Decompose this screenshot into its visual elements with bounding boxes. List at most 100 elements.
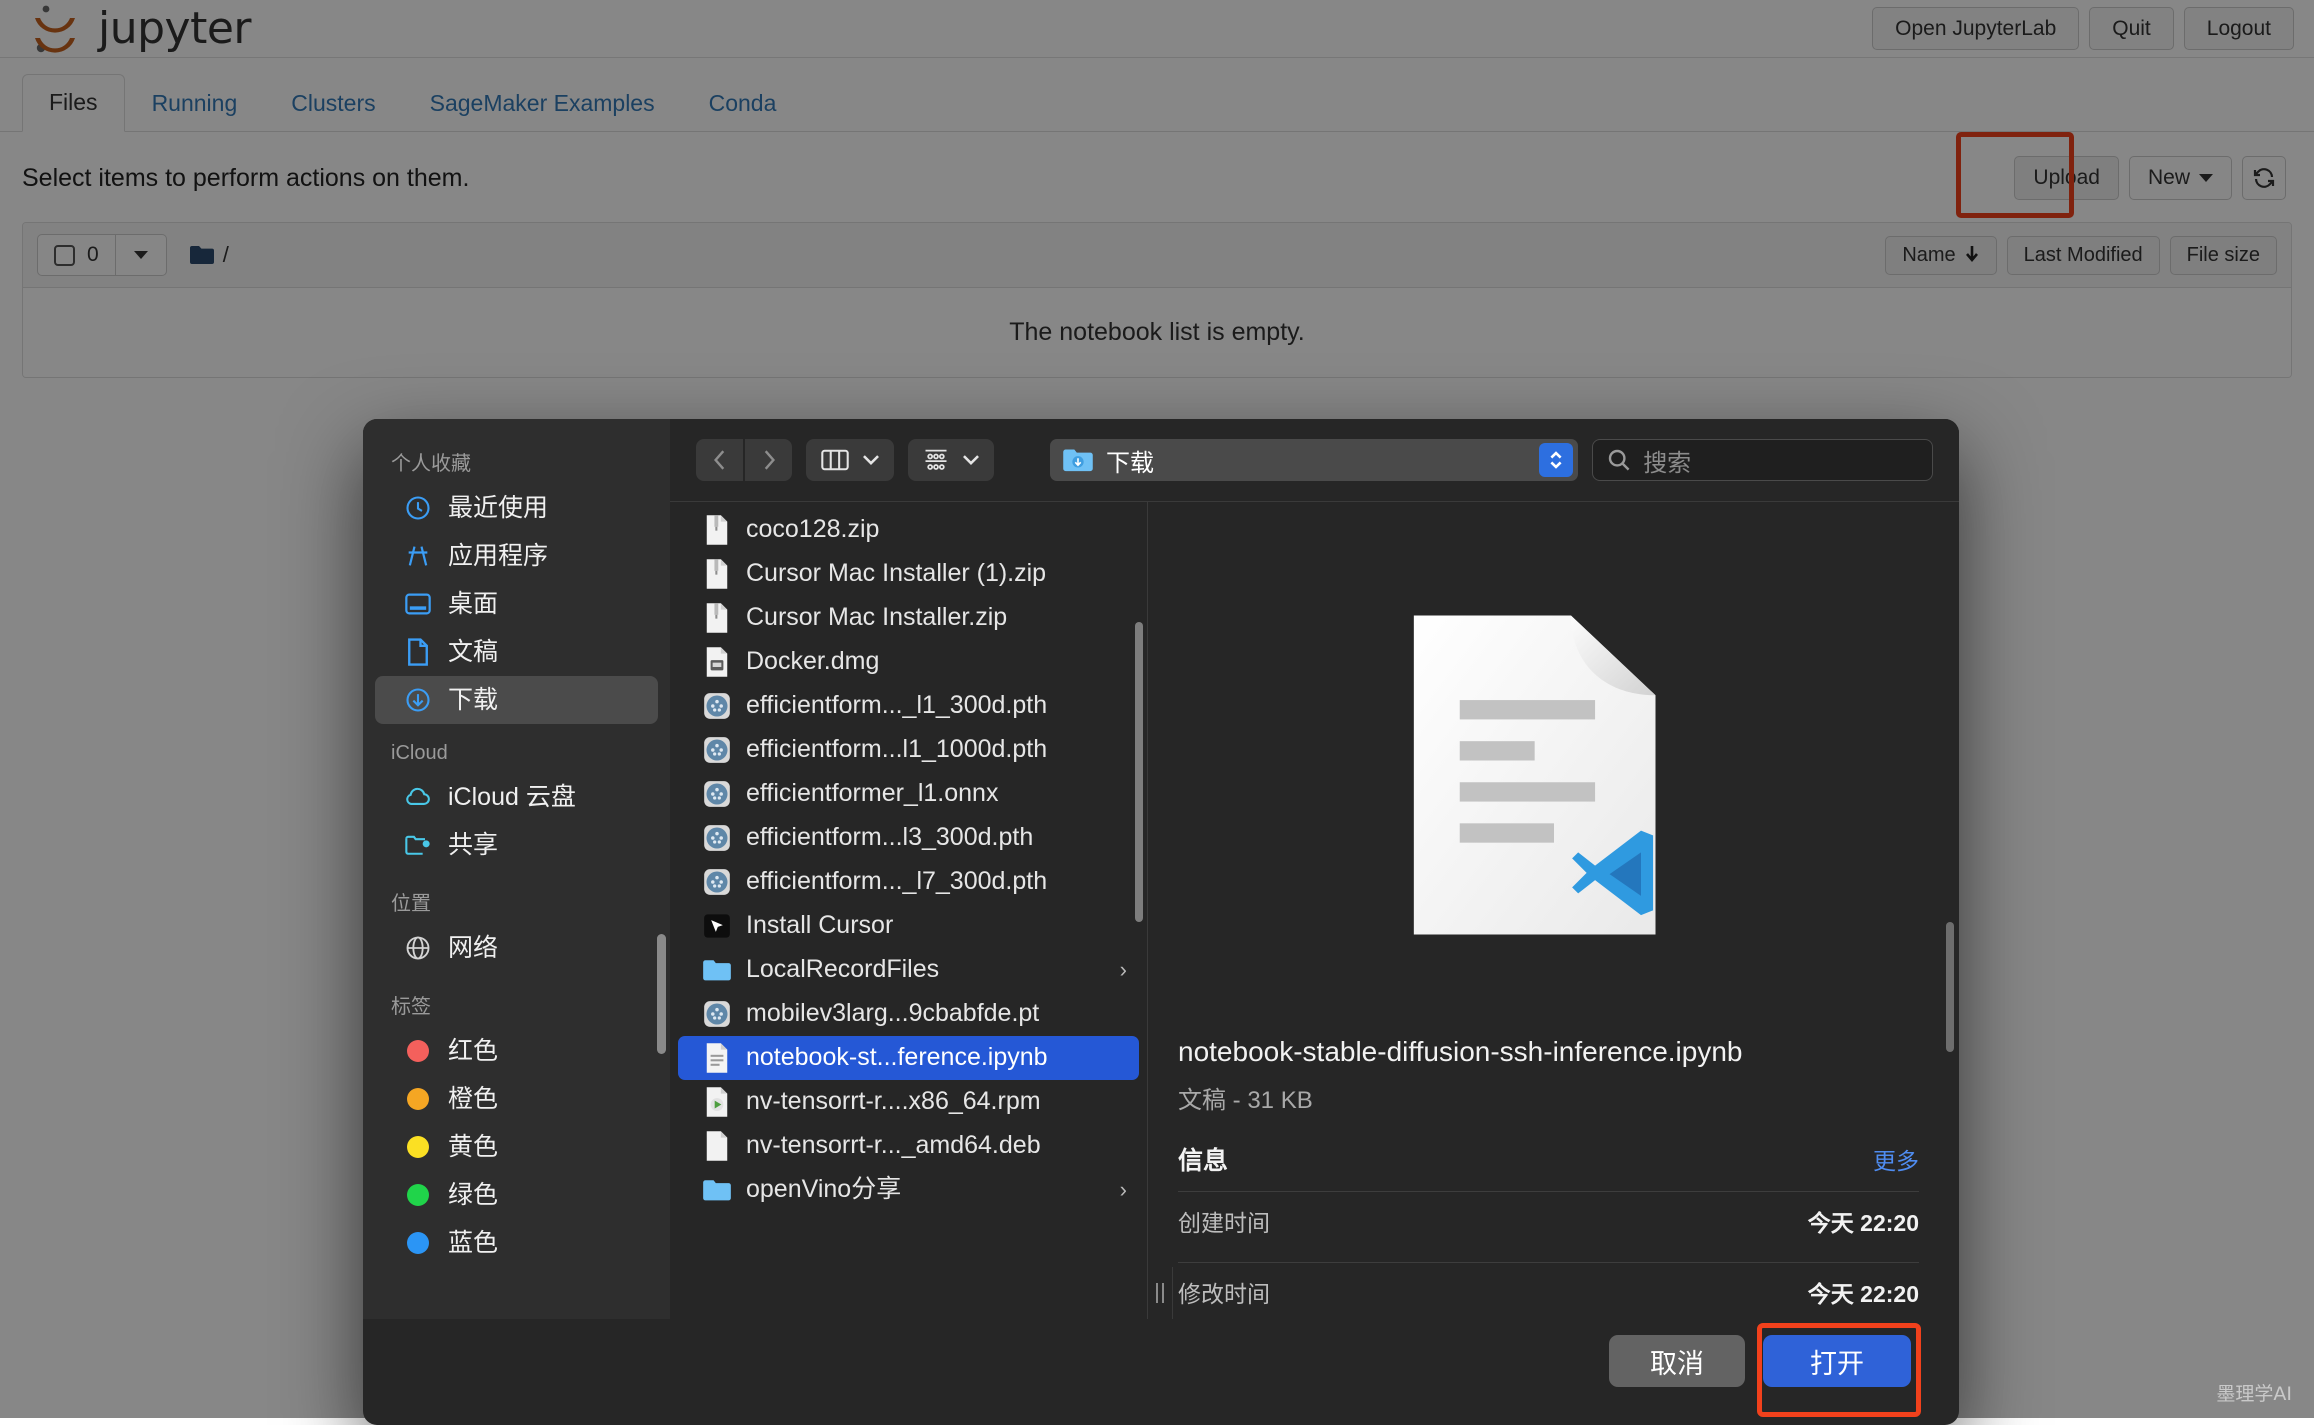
list-item[interactable]: coco128.zip <box>678 508 1139 552</box>
sidebar-item-recent[interactable]: 最近使用 <box>375 484 658 532</box>
navigation-buttons <box>696 439 792 481</box>
file-name: notebook-st...ference.ipynb <box>746 1042 1048 1073</box>
search-field[interactable]: 搜索 <box>1592 439 1933 481</box>
list-item[interactable]: efficientform..._l1_300d.pth <box>678 684 1139 728</box>
chevron-right-icon: › <box>1120 1176 1127 1204</box>
sidebar-item-label: 绿色 <box>448 1180 498 1210</box>
column-view-icon <box>820 448 850 472</box>
sidebar-item-label: 下载 <box>448 685 498 715</box>
file-name: LocalRecordFiles <box>746 954 939 985</box>
list-item[interactable]: Cursor Mac Installer.zip <box>678 596 1139 640</box>
folder-icon <box>702 953 732 987</box>
pth-file-icon <box>702 689 732 723</box>
list-item[interactable]: efficientform...l1_1000d.pth <box>678 728 1139 772</box>
list-item[interactable]: Docker.dmg <box>678 640 1139 684</box>
list-item[interactable]: efficientform..._l7_300d.pth <box>678 860 1139 904</box>
sidebar-section-tags-title: 标签 <box>363 990 670 1027</box>
pth-file-icon <box>702 865 732 899</box>
sidebar-tag-green[interactable]: 绿色 <box>375 1171 658 1219</box>
pane-resize-handle[interactable] <box>1148 1267 1173 1319</box>
shared-folder-icon <box>403 830 433 860</box>
search-placeholder: 搜索 <box>1643 443 1691 478</box>
stepper-icon <box>1539 443 1573 477</box>
file-name: efficientformer_l1.onnx <box>746 778 998 809</box>
sidebar-tag-orange[interactable]: 橙色 <box>375 1075 658 1123</box>
list-item[interactable]: efficientform...l3_300d.pth <box>678 816 1139 860</box>
back-button[interactable] <box>696 439 743 481</box>
preview-more-link[interactable]: 更多 <box>1873 1142 1919 1176</box>
current-folder-popup[interactable]: 下载 <box>1050 439 1578 481</box>
list-item[interactable]: Install Cursor <box>678 904 1139 948</box>
list-item[interactable]: efficientformer_l1.onnx <box>678 772 1139 816</box>
download-icon <box>403 685 433 715</box>
pth-file-icon <box>702 733 732 767</box>
rpm-file-icon <box>702 1085 732 1119</box>
pth-file-icon <box>702 777 732 811</box>
file-name: nv-tensorrt-r....x86_64.rpm <box>746 1086 1041 1117</box>
file-name: efficientform...l1_1000d.pth <box>746 734 1047 765</box>
macos-file-open-dialog: 个人收藏 最近使用 应用程序 桌面 <box>363 419 1959 1425</box>
chevron-left-icon <box>711 449 729 471</box>
sidebar-item-documents[interactable]: 文稿 <box>375 628 658 676</box>
preview-scrollbar[interactable] <box>1946 922 1954 1052</box>
sidebar-tag-yellow[interactable]: 黄色 <box>375 1123 658 1171</box>
sidebar-item-label: 最近使用 <box>448 493 548 523</box>
dialog-sidebar: 个人收藏 最近使用 应用程序 桌面 <box>363 419 670 1319</box>
sidebar-item-icloud-drive[interactable]: iCloud 云盘 <box>375 773 658 821</box>
current-folder-label: 下载 <box>1106 443 1154 478</box>
list-item[interactable]: Cursor Mac Installer (1).zip <box>678 552 1139 596</box>
dialog-content: coco128.zip Cursor Mac Installer (1).zip… <box>670 501 1959 1319</box>
globe-icon <box>403 933 433 963</box>
sidebar-section-icloud-title: iCloud <box>363 742 670 773</box>
pth-file-icon <box>702 997 732 1031</box>
zip-file-icon <box>702 557 732 591</box>
tag-dot-icon <box>403 1132 433 1162</box>
list-item[interactable]: LocalRecordFiles › <box>678 948 1139 992</box>
sidebar-item-label: 共享 <box>448 830 498 860</box>
preview-pane: notebook-stable-diffusion-ssh-inference.… <box>1148 502 1959 1319</box>
sidebar-item-applications[interactable]: 应用程序 <box>375 532 658 580</box>
group-by-button[interactable] <box>908 439 994 481</box>
sidebar-tag-red[interactable]: 红色 <box>375 1027 658 1075</box>
list-item[interactable]: nv-tensorrt-r....x86_64.rpm <box>678 1080 1139 1124</box>
list-item[interactable]: mobilev3larg...9cbabfde.pt <box>678 992 1139 1036</box>
list-item-selected[interactable]: notebook-st...ference.ipynb <box>678 1036 1139 1080</box>
watermark: 墨理学AI <box>2216 1379 2292 1406</box>
cancel-button[interactable]: 取消 <box>1609 1335 1745 1387</box>
forward-button[interactable] <box>745 439 792 481</box>
chevron-right-icon <box>760 449 778 471</box>
install-cursor-icon <box>702 909 732 943</box>
sidebar-item-label: 红色 <box>448 1036 498 1066</box>
tag-dot-icon <box>403 1036 433 1066</box>
file-name: Cursor Mac Installer.zip <box>746 602 1007 633</box>
sidebar-item-shared[interactable]: 共享 <box>375 821 658 869</box>
sidebar-item-network[interactable]: 网络 <box>375 924 658 972</box>
dmg-file-icon <box>702 645 732 679</box>
file-list-column: coco128.zip Cursor Mac Installer (1).zip… <box>670 502 1148 1319</box>
list-item[interactable]: nv-tensorrt-r..._amd64.deb <box>678 1124 1139 1168</box>
file-name: Cursor Mac Installer (1).zip <box>746 558 1046 589</box>
open-button[interactable]: 打开 <box>1763 1335 1911 1387</box>
desktop-icon <box>403 589 433 619</box>
sidebar-item-desktop[interactable]: 桌面 <box>375 580 658 628</box>
dialog-footer: 取消 打开 <box>363 1319 1959 1425</box>
sidebar-tag-blue[interactable]: 蓝色 <box>375 1219 658 1267</box>
file-name: openVino分享 <box>746 1174 901 1205</box>
search-icon <box>1607 448 1631 472</box>
zip-file-icon <box>702 601 732 635</box>
text-file-icon <box>702 1041 732 1075</box>
file-name: efficientform...l3_300d.pth <box>746 822 1033 853</box>
sidebar-scrollbar[interactable] <box>657 934 666 1054</box>
sidebar-section-favorites-title: 个人收藏 <box>363 447 670 484</box>
sidebar-item-label: 文稿 <box>448 637 498 667</box>
dialog-body: 个人收藏 最近使用 应用程序 桌面 <box>363 419 1959 1319</box>
tag-dot-icon <box>403 1084 433 1114</box>
sidebar-item-label: 橙色 <box>448 1084 498 1114</box>
file-list-scrollbar[interactable] <box>1135 622 1143 922</box>
sidebar-item-downloads[interactable]: 下载 <box>375 676 658 724</box>
preview-info-row-created: 创建时间 今天 22:20 <box>1178 1191 1919 1248</box>
chevron-down-icon <box>962 454 980 466</box>
list-item[interactable]: openVino分享 › <box>678 1168 1139 1212</box>
preview-info-value: 今天 22:20 <box>1808 1275 1919 1309</box>
view-mode-button[interactable] <box>806 439 894 481</box>
